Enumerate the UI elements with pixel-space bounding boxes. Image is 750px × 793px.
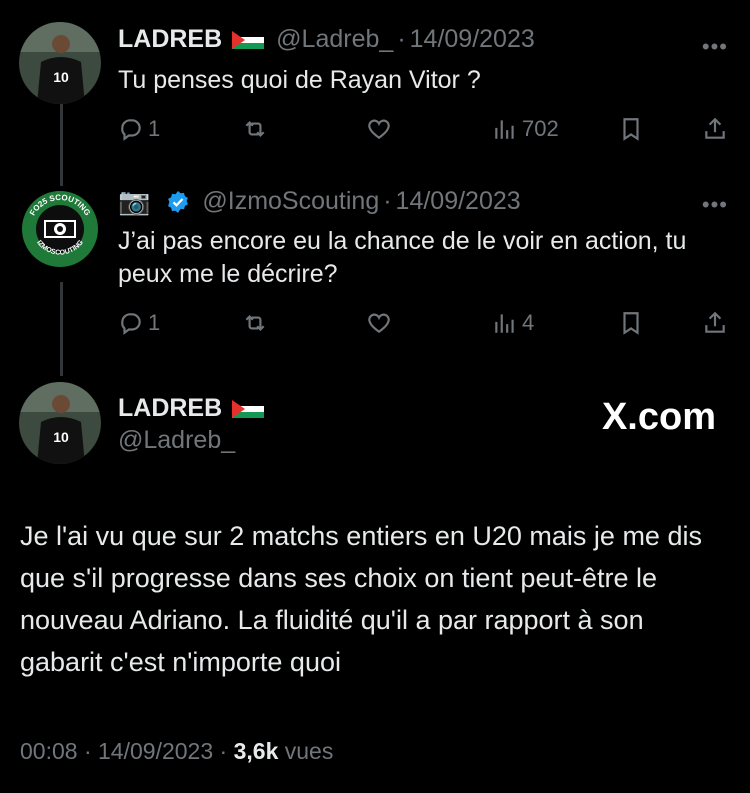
tweet2-actions: 1 4 <box>118 308 730 338</box>
avatar-ladreb[interactable]: 10 <box>19 382 101 464</box>
bookmark-button[interactable] <box>618 114 644 144</box>
reply-button[interactable]: 1 <box>118 114 160 144</box>
tweet-date[interactable]: 14/09/2023 <box>396 187 521 216</box>
author-name[interactable]: LADREB <box>118 25 222 54</box>
views-count: 3,6k <box>233 738 279 764</box>
tweet-text: J’ai pas encore eu la chance de le voir … <box>118 227 687 288</box>
retweet-button[interactable] <box>242 308 268 338</box>
author-handle[interactable]: @Ladreb_ <box>118 426 235 455</box>
retweet-icon <box>245 120 265 138</box>
like-button[interactable] <box>366 308 392 338</box>
reply-count: 1 <box>148 310 161 335</box>
like-icon <box>368 313 390 333</box>
retweet-icon <box>245 314 265 332</box>
views-icon <box>495 314 514 333</box>
svg-text:10: 10 <box>53 429 69 445</box>
flag-icon <box>232 399 265 418</box>
separator-dot: · <box>219 738 228 764</box>
tweet-meta: 00:08 · 14/09/2023 · 3,6k vues <box>20 738 333 765</box>
views-button[interactable]: 4 <box>492 308 534 338</box>
like-icon <box>368 119 390 139</box>
reply-button[interactable]: 1 <box>118 308 160 338</box>
main-author: LADREB <box>118 394 265 423</box>
tweet2-header: 📷 @IzmoScouting · 14/09/2023 <box>118 186 521 217</box>
tweet1-actions: 1 702 <box>118 114 730 144</box>
svg-text:10: 10 <box>53 69 69 85</box>
verified-icon <box>168 190 189 213</box>
more-icon[interactable]: ••• <box>702 34 728 60</box>
avatar-izmoscouting[interactable]: FO25 SCOUTING IZMOSCOUTING <box>19 188 101 270</box>
bookmark-icon <box>623 312 639 335</box>
reply-count: 1 <box>148 116 161 141</box>
xcom-watermark: X.com <box>601 396 716 438</box>
more-icon[interactable]: ••• <box>702 192 728 218</box>
camera-emoji[interactable]: 📷 <box>118 186 150 217</box>
share-button[interactable] <box>702 308 728 338</box>
flag-icon <box>232 30 265 49</box>
bookmark-button[interactable] <box>618 308 644 338</box>
separator-dot: · <box>383 187 392 215</box>
tweet-text: Tu penses quoi de Rayan Vitor ? <box>118 66 481 94</box>
separator-dot: · <box>397 25 406 53</box>
tweet-time[interactable]: 00:08 <box>20 738 78 764</box>
bookmark-icon <box>623 118 639 141</box>
views-icon <box>495 120 514 139</box>
tweet-date[interactable]: 14/09/2023 <box>98 738 213 764</box>
retweet-button[interactable] <box>242 114 268 144</box>
main-tweet-text: Je l'ai vu que sur 2 matchs entiers en U… <box>20 521 702 677</box>
views-label: vues <box>284 738 334 764</box>
like-button[interactable] <box>366 114 392 144</box>
views-count: 702 <box>522 116 559 141</box>
author-name[interactable]: LADREB <box>118 394 222 423</box>
share-icon <box>705 117 725 139</box>
avatar-ladreb[interactable]: 10 <box>19 22 101 104</box>
views-button[interactable]: 702 <box>492 114 559 144</box>
share-icon <box>705 311 725 333</box>
separator-dot: · <box>83 738 92 764</box>
tweet1-header: LADREB @Ladreb_ · 14/09/2023 <box>118 25 535 54</box>
views-count: 4 <box>522 310 535 335</box>
share-button[interactable] <box>702 114 728 144</box>
reply-icon <box>121 119 141 141</box>
author-handle[interactable]: @IzmoScouting <box>202 187 379 216</box>
author-handle[interactable]: @Ladreb_ <box>276 25 393 54</box>
tweet-date[interactable]: 14/09/2023 <box>410 25 535 54</box>
thread-line <box>60 104 63 186</box>
thread-line <box>60 282 63 376</box>
reply-icon <box>121 313 141 335</box>
